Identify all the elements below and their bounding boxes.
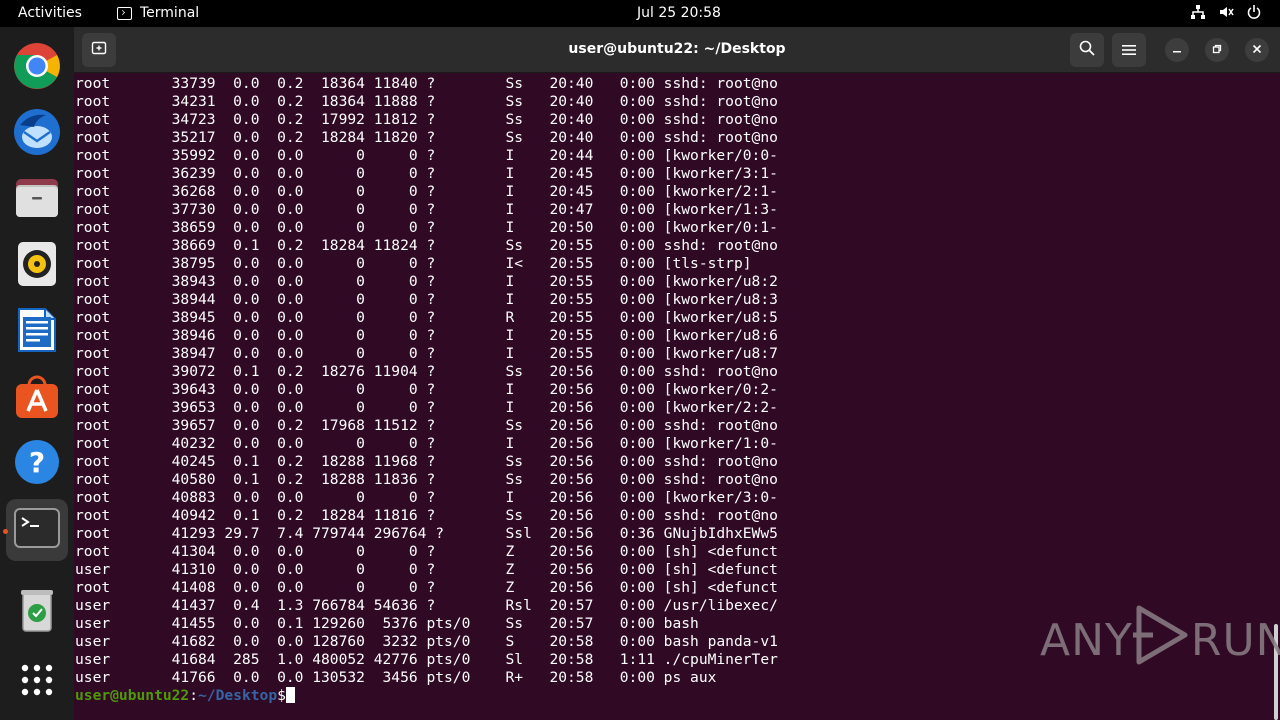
watermark-left: ANY <box>1040 614 1133 666</box>
header-bar[interactable]: user@ubuntu22: ~/Desktop <box>74 27 1280 73</box>
process-row: root 41304 0.0 0.0 0 0 ? Z 20:56 0:00 [s… <box>75 543 778 560</box>
dock: ? <box>0 27 74 720</box>
process-row: root 40232 0.0 0.0 0 0 ? I 20:56 0:00 [k… <box>75 435 778 452</box>
dock-terminal[interactable] <box>6 499 68 561</box>
dock-app-center[interactable] <box>6 367 68 429</box>
process-row: root 40245 0.1 0.2 18288 11968 ? Ss 20:5… <box>75 453 778 470</box>
terminal-app-icon <box>117 6 132 20</box>
process-row: root 40883 0.0 0.0 0 0 ? I 20:56 0:00 [k… <box>75 489 778 506</box>
dock-app-grid[interactable] <box>6 651 68 713</box>
top-bar: Activities Terminal Jul 25 20:58 <box>0 0 1280 27</box>
process-row: root 41408 0.0 0.0 0 0 ? Z 20:56 0:00 [s… <box>75 579 778 596</box>
svg-text:?: ? <box>29 446 45 479</box>
restore-icon <box>1212 43 1222 58</box>
process-row: root 40942 0.1 0.2 18284 11816 ? Ss 20:5… <box>75 507 778 524</box>
chrome-icon <box>13 42 61 94</box>
process-row: root 41293 29.7 7.4 779744 296764 ? Ssl … <box>75 525 778 542</box>
search-button[interactable] <box>1070 33 1104 67</box>
prompt-path: ~/Desktop <box>198 687 278 704</box>
process-row: root 38945 0.0 0.0 0 0 ? R 20:55 0:00 [k… <box>75 309 778 326</box>
dock-files[interactable] <box>6 169 68 231</box>
rhythmbox-icon <box>16 241 58 291</box>
process-row: root 33739 0.0 0.2 18364 11840 ? Ss 20:4… <box>75 75 778 92</box>
minimize-icon <box>1172 43 1182 58</box>
dock-chrome[interactable] <box>6 37 68 99</box>
terminal-icon <box>14 508 60 552</box>
search-icon <box>1079 40 1095 60</box>
process-row: root 38946 0.0 0.0 0 0 ? I 20:55 0:00 [k… <box>75 327 778 344</box>
hamburger-icon <box>1122 41 1136 60</box>
prompt-separator: : <box>189 687 199 704</box>
system-tray[interactable] <box>1190 4 1262 20</box>
process-row: user 41310 0.0 0.0 0 0 ? Z 20:56 0:00 [s… <box>75 561 778 578</box>
process-row: root 38947 0.0 0.0 0 0 ? I 20:55 0:00 [k… <box>75 345 778 362</box>
process-list: root 33739 0.0 0.2 18364 11840 ? Ss 20:4… <box>75 75 1280 687</box>
app-name: Terminal <box>140 5 200 21</box>
process-row: root 38659 0.0 0.0 0 0 ? I 20:50 0:00 [k… <box>75 219 778 236</box>
thunderbird-icon <box>12 107 62 161</box>
watermark: ANY RUN <box>1040 605 1280 672</box>
process-row: root 35992 0.0 0.0 0 0 ? I 20:44 0:00 [k… <box>75 147 778 164</box>
process-row: root 37730 0.0 0.0 0 0 ? I 20:47 0:00 [k… <box>75 201 778 218</box>
process-row: root 36239 0.0 0.0 0 0 ? I 20:45 0:00 [k… <box>75 165 778 182</box>
process-row: root 35217 0.0 0.2 18284 11820 ? Ss 20:4… <box>75 129 778 146</box>
trash-icon <box>17 587 57 637</box>
dock-rhythmbox[interactable] <box>6 235 68 297</box>
process-row: root 34231 0.0 0.2 18364 11888 ? Ss 20:4… <box>75 93 778 110</box>
maximize-button[interactable] <box>1205 38 1229 62</box>
menu-button[interactable] <box>1112 33 1146 67</box>
process-row: root 39657 0.0 0.2 17968 11512 ? Ss 20:5… <box>75 417 778 434</box>
process-row: root 38943 0.0 0.0 0 0 ? I 20:55 0:00 [k… <box>75 273 778 290</box>
close-icon <box>1252 43 1262 58</box>
app-center-icon <box>14 373 60 423</box>
process-row: root 38795 0.0 0.0 0 0 ? I< 20:55 0:00 [… <box>75 255 752 272</box>
app-grid-icon <box>20 663 54 701</box>
clock[interactable]: Jul 25 20:58 <box>637 5 721 21</box>
process-row: root 36268 0.0 0.0 0 0 ? I 20:45 0:00 [k… <box>75 183 778 200</box>
process-row: root 38944 0.0 0.0 0 0 ? I 20:55 0:00 [k… <box>75 291 778 308</box>
prompt-user: user@ubuntu22 <box>75 687 190 704</box>
writer-icon <box>17 307 57 357</box>
running-indicator <box>3 529 8 534</box>
process-row: root 39072 0.1 0.2 18276 11904 ? Ss 20:5… <box>75 363 778 380</box>
volume-icon <box>1218 4 1234 20</box>
app-menu[interactable]: Terminal <box>117 5 199 21</box>
files-icon <box>14 175 60 225</box>
prompt-end: $ <box>277 687 286 704</box>
close-button[interactable] <box>1245 38 1269 62</box>
process-row: root 40580 0.1 0.2 18288 11836 ? Ss 20:5… <box>75 471 778 488</box>
dock-writer[interactable] <box>6 301 68 363</box>
minimize-button[interactable] <box>1165 38 1189 62</box>
power-icon <box>1246 4 1262 20</box>
watermark-play-icon <box>1132 604 1191 677</box>
network-icon <box>1190 4 1206 20</box>
shell-prompt[interactable]: user@ubuntu22:~/Desktop$ <box>75 687 1280 705</box>
dock-thunderbird[interactable] <box>6 103 68 165</box>
process-row: root 38669 0.1 0.2 18284 11824 ? Ss 20:5… <box>75 237 778 254</box>
process-row: root 39653 0.0 0.0 0 0 ? I 20:56 0:00 [k… <box>75 399 778 416</box>
text-cursor <box>285 687 295 703</box>
watermark-right: RUN <box>1190 614 1280 666</box>
dock-trash[interactable] <box>6 581 68 643</box>
process-row: root 39643 0.0 0.0 0 0 ? I 20:56 0:00 [k… <box>75 381 778 398</box>
help-icon: ? <box>14 439 60 489</box>
process-row: root 34723 0.0 0.2 17992 11812 ? Ss 20:4… <box>75 111 778 128</box>
dock-help[interactable]: ? <box>6 433 68 495</box>
activities-button[interactable]: Activities <box>18 5 82 21</box>
